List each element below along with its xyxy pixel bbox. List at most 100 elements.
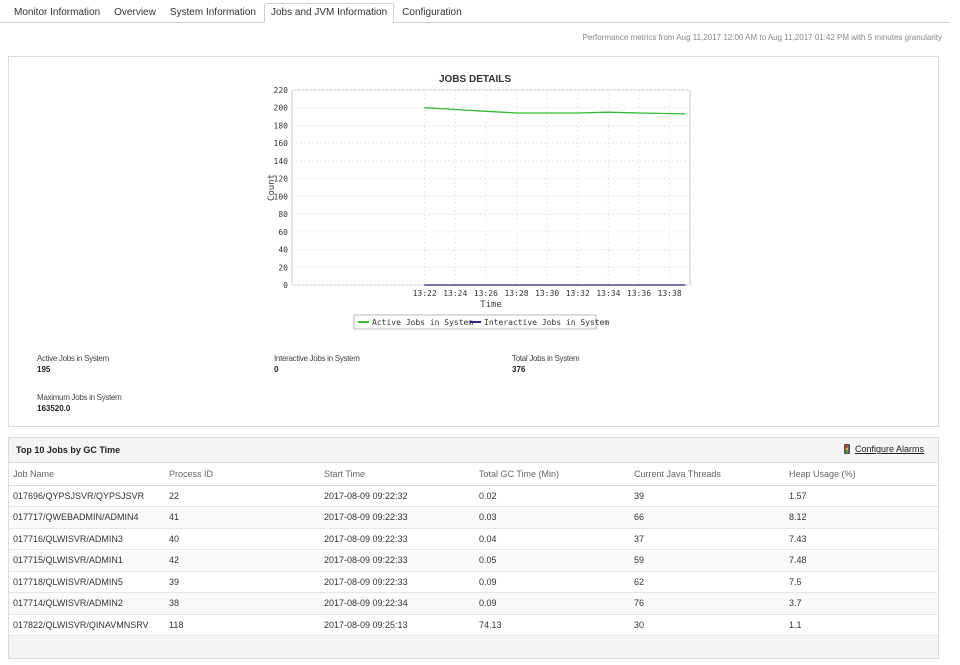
table-cell: 2017-08-09 09:22:32 — [320, 485, 475, 507]
table-cell: 0.04 — [475, 528, 630, 550]
table-row: 017717/QWEBADMIN/ADMIN4 41 2017-08-09 09:2… — [9, 506, 938, 529]
panel-header: Top 10 Jobs by GC Time Configure Alarms — [9, 438, 938, 463]
table-cell: 118 — [165, 614, 320, 636]
chart-title: JOBS DETAILS — [439, 74, 511, 85]
table-cell: 0.03 — [475, 506, 630, 529]
column-header[interactable]: Current Java Threads — [630, 463, 785, 486]
table-cell: 017718/QLWISVR/ADMIN5 — [9, 571, 165, 593]
y-tick-label: 180 — [274, 121, 289, 130]
configure-alarms-link[interactable]: Configure Alarms — [843, 444, 924, 454]
table-cell: 0.09 — [475, 592, 630, 615]
table-cell: 74.13 — [475, 614, 630, 636]
series-point — [515, 284, 518, 286]
table-cell: 66 — [630, 506, 785, 529]
stat-label: Active Jobs in System — [37, 354, 109, 363]
y-tick-label: 140 — [274, 157, 289, 166]
table-cell: 59 — [630, 549, 785, 572]
table-cell: 2017-08-09 09:22:33 — [320, 571, 475, 593]
table-cell: 8.12 — [785, 506, 938, 529]
tab-configuration[interactable]: Configuration — [396, 4, 467, 23]
table-cell: 0.09 — [475, 571, 630, 593]
configure-alarms-label[interactable]: Configure Alarms — [855, 444, 924, 454]
table-cell: 7.43 — [785, 528, 938, 550]
series-point — [684, 113, 686, 115]
series-point — [546, 112, 548, 114]
performance-metrics-range: Performance metrics from Aug 11,2017 12:… — [582, 33, 942, 42]
legend-item: Active Jobs in System — [372, 318, 473, 327]
series-point — [454, 108, 456, 111]
table-row: 017696/QYPSJSVR/QYPSJSVR 22 2017-08-09 09:… — [9, 485, 938, 507]
table-cell: 2017-08-09 09:22:33 — [320, 528, 475, 550]
y-tick-label: 220 — [274, 86, 289, 95]
x-tick-label: 13:38 — [658, 289, 682, 298]
stat-label: Maximum Jobs in System — [37, 393, 122, 402]
table-cell: 76 — [630, 592, 785, 615]
legend-item: Interactive Jobs in System — [484, 318, 609, 327]
series-point — [485, 284, 487, 286]
table-row: 017718/QLWISVR/ADMIN5 39 2017-08-09 09:22:… — [9, 571, 938, 593]
x-tick-label: 13:22 — [413, 289, 437, 298]
panel-title: Top 10 Jobs by GC Time — [16, 445, 121, 455]
column-header[interactable]: Process ID — [165, 463, 320, 486]
jobs-details-panel: JOBS DETAILS 0 20 40 60 80 100 120 140 160 180 200 2… — [8, 56, 939, 427]
table-cell: 2017-08-09 09:22:33 — [320, 549, 475, 572]
tab-overview[interactable]: Overview — [108, 4, 162, 23]
table-cell: 2017-08-09 09:22:34 — [320, 592, 475, 615]
series-point — [607, 111, 609, 113]
table-cell: 7.5 — [785, 571, 938, 593]
table-row: 017716/QLWISVR/ADMIN3 40 2017-08-09 09:22:… — [9, 528, 938, 550]
x-axis-label: Time — [480, 300, 502, 310]
series-point — [424, 107, 426, 109]
table-cell: 1.57 — [785, 485, 938, 507]
x-tick-label: 13:28 — [504, 289, 528, 298]
traffic-light-icon — [843, 444, 851, 454]
y-tick-label: 20 — [278, 263, 288, 272]
y-tick-label: 200 — [274, 104, 289, 113]
series-point — [577, 112, 579, 114]
table-cell: 017696/QYPSJSVR/QYPSJSVR — [9, 485, 165, 507]
table-cell: 42 — [165, 549, 320, 572]
table-cell: 39 — [165, 571, 320, 593]
table-cell: 2017-08-09 09:22:33 — [320, 506, 475, 529]
series-point — [485, 110, 487, 112]
y-tick-label: 40 — [278, 246, 288, 255]
tab-system-information[interactable]: System Information — [164, 4, 262, 23]
table-cell: 017717/QWEBADMIN/ADMIN4 — [9, 506, 165, 529]
jobs-details-chart: JOBS DETAILS0204060801001201401601802002… — [267, 74, 691, 330]
stat-interactive-jobs: Interactive Jobs in System 0 — [274, 354, 360, 374]
stat-maximum-jobs: Maximum Jobs in System 163520.0 — [37, 393, 122, 413]
column-header[interactable]: Job Name — [9, 463, 165, 486]
column-header[interactable]: Heap Usage (%) — [785, 463, 938, 486]
x-tick-label: 13:32 — [566, 289, 590, 298]
tab-jobs-and-jvm-information[interactable]: Jobs and JVM Information — [264, 3, 395, 23]
tab-monitor-information[interactable]: Monitor Information — [8, 4, 106, 23]
column-header[interactable]: Total GC Time (Min) — [475, 463, 630, 486]
table-cell: 38 — [165, 592, 320, 615]
series-point — [546, 284, 548, 286]
table-row: 017715/QLWISVR/ADMIN1 42 2017-08-09 09:22:… — [9, 549, 938, 572]
table-row: 017714/QLWISVR/ADMIN2 38 2017-08-09 09:22:… — [9, 592, 938, 615]
series-point — [684, 284, 686, 286]
table-cell: 017714/QLWISVR/ADMIN2 — [9, 592, 165, 615]
series-point — [577, 284, 579, 286]
top-gc-jobs-panel: Top 10 Jobs by GC Time Configure Alarms … — [8, 437, 939, 659]
gc-jobs-table: Job Name Process ID Start Time Total GC … — [9, 463, 938, 636]
table-cell: 7.48 — [785, 549, 938, 572]
column-header[interactable]: Start Time — [320, 463, 475, 486]
table-cell: 40 — [165, 528, 320, 550]
series-point — [454, 284, 456, 286]
stat-value: 195 — [37, 365, 51, 374]
table-cell: 017822/QLWISVR/QINAVMNSRV — [9, 614, 165, 636]
x-tick-label: 13:30 — [535, 289, 559, 298]
x-tick-label: 13:36 — [627, 289, 651, 298]
series-point — [424, 284, 426, 286]
table-cell: 39 — [630, 485, 785, 507]
stat-total-jobs: Total Jobs in System 376 — [512, 354, 580, 374]
plot-area — [291, 89, 691, 286]
table-cell: 62 — [630, 571, 785, 593]
table-cell: 0.02 — [475, 485, 630, 507]
table-cell: 37 — [630, 528, 785, 550]
table-header-row: Job Name Process ID Start Time Total GC … — [9, 463, 938, 486]
stat-value: 376 — [512, 365, 526, 374]
stat-label: Interactive Jobs in System — [274, 354, 360, 363]
